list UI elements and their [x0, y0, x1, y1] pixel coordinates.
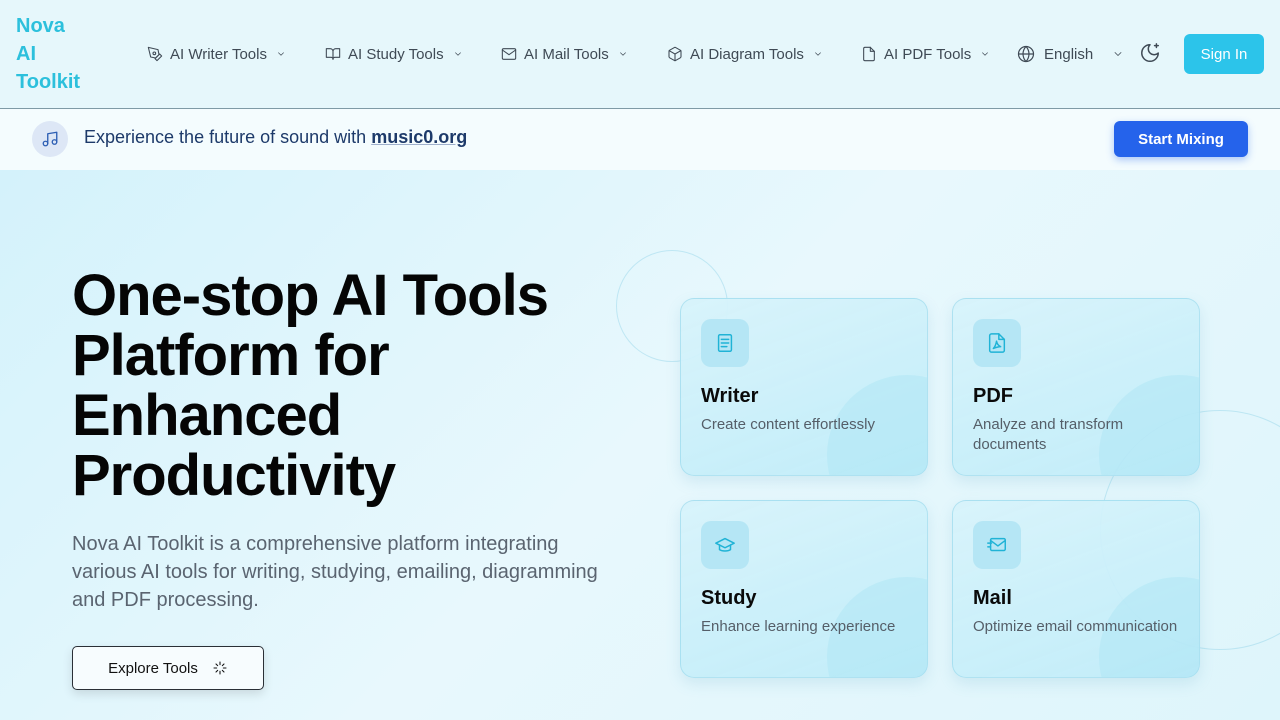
document-text-icon: [701, 319, 749, 367]
tool-card-study[interactable]: Study Enhance learning experience: [680, 500, 928, 678]
logo-line-3: Toolkit: [16, 71, 81, 93]
box-icon: [668, 46, 682, 62]
nav-ai-pdf-tools[interactable]: AI PDF Tools: [861, 42, 990, 66]
hero-title-line: Platform for: [72, 323, 390, 388]
nav-label: AI PDF Tools: [884, 45, 972, 63]
pdf-file-icon: [973, 319, 1021, 367]
wand-sparkle-icon: [213, 661, 227, 675]
card-title: Study: [701, 587, 757, 609]
hero-section: One-stop AI Tools Platform for Enhanced …: [0, 170, 1280, 720]
card-title: Writer: [701, 385, 759, 407]
chevron-down-icon: [278, 52, 284, 56]
hero-description: Nova AI Toolkit is a comprehensive platf…: [72, 533, 598, 611]
theme-toggle-button[interactable]: [1139, 42, 1163, 66]
file-icon: [863, 46, 875, 62]
card-title: Mail: [973, 587, 1012, 609]
hero-title-line: Productivity: [72, 443, 396, 508]
graduation-cap-icon: [701, 521, 749, 569]
book-open-icon: [325, 48, 341, 60]
promo-banner: Experience the future of sound with musi…: [0, 109, 1280, 170]
card-description: Analyze and transform documents: [973, 416, 1124, 453]
banner-link[interactable]: music0.org: [371, 127, 467, 147]
tool-card-pdf[interactable]: PDF Analyze and transform documents: [952, 298, 1200, 476]
explore-tools-button[interactable]: Explore Tools: [72, 646, 264, 690]
hero-title: One-stop AI Tools Platform for Enhanced …: [72, 266, 632, 506]
language-selector[interactable]: English: [1017, 42, 1124, 66]
nav-label: AI Writer Tools: [170, 45, 267, 63]
nav-label: AI Study Tools: [348, 45, 444, 63]
chevron-down-icon: [982, 52, 989, 56]
nav-ai-diagram-tools[interactable]: AI Diagram Tools: [667, 42, 823, 66]
nav-ai-study-tools[interactable]: AI Study Tools: [325, 42, 463, 66]
nav-ai-writer-tools[interactable]: AI Writer Tools: [147, 42, 286, 66]
top-navbar: Nova AI Toolkit AI Writer Tools AI Study…: [0, 0, 1280, 109]
tool-card-mail[interactable]: Mail Optimize email communication: [952, 500, 1200, 678]
logo[interactable]: Nova AI Toolkit: [16, 12, 96, 96]
chevron-down-icon: [619, 52, 626, 56]
nav-ai-mail-tools[interactable]: AI Mail Tools: [501, 42, 628, 66]
card-description: Create content effortlessly: [701, 416, 875, 433]
logo-line-2: AI: [16, 43, 36, 65]
chevron-down-icon: [1114, 52, 1122, 56]
logo-line-1: Nova: [16, 15, 65, 37]
banner-message: Experience the future of sound with: [84, 127, 372, 147]
mail-icon: [501, 48, 517, 60]
card-description: Enhance learning experience: [701, 618, 896, 635]
chevron-down-icon: [454, 52, 461, 56]
nav-label: AI Mail Tools: [524, 45, 609, 63]
language-label: English: [1044, 45, 1094, 63]
explore-label: Explore Tools: [108, 659, 198, 677]
hero-title-line: Enhanced: [72, 383, 342, 448]
sign-in-button[interactable]: Sign In: [1184, 34, 1264, 74]
card-description: Optimize email communication: [973, 618, 1178, 635]
hero-title-line: One-stop AI Tools: [72, 263, 549, 328]
banner-text: Experience the future of sound with musi…: [84, 127, 467, 148]
globe-icon: [1017, 45, 1035, 63]
card-title: PDF: [973, 385, 1013, 407]
moon-sparkle-icon: [1141, 43, 1159, 62]
nav-label: AI Diagram Tools: [690, 45, 804, 63]
mail-send-icon: [973, 521, 1021, 569]
tool-card-writer[interactable]: Writer Create content effortlessly: [680, 298, 928, 476]
chevron-down-icon: [815, 52, 821, 56]
music-icon: [32, 121, 68, 157]
pen-tool-icon: [147, 46, 163, 62]
start-mixing-button[interactable]: Start Mixing: [1114, 121, 1248, 157]
